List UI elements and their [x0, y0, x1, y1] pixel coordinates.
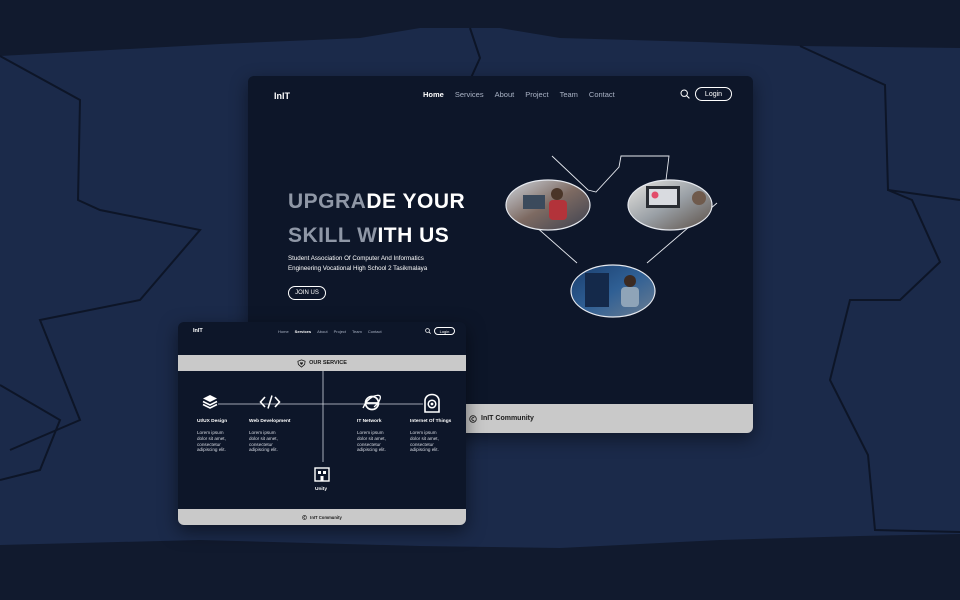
main-nav: Home Services About Project Team Contact [423, 90, 615, 99]
small-footer: InIT Community [178, 509, 466, 525]
small-copyright-icon [302, 514, 308, 520]
layers-icon [202, 395, 218, 409]
nav-item-project[interactable]: Project [525, 90, 548, 99]
services-window: InIT Home Services About Project Team Co… [178, 322, 466, 525]
hero-title-line-1: UPGRADE YOUR [288, 190, 466, 213]
service-title: IT Network [357, 419, 382, 424]
service-description: Lorem ipsum dolor sit amet, consectetur … [249, 430, 278, 453]
photo-server-technician [570, 264, 656, 318]
photo-monitor-desk [627, 179, 713, 231]
hero-title-line-2: SKILL WITH US [288, 224, 450, 247]
mockup-stage: InIT Home Services About Project Team Co… [0, 0, 960, 600]
nav-item-team[interactable]: Team [560, 90, 578, 99]
nav-item-services[interactable]: Services [455, 90, 484, 99]
footer-text: InIT Community [481, 415, 534, 422]
internet-explorer-icon [362, 394, 381, 411]
search-icon[interactable] [680, 89, 690, 99]
service-description: Lorem ipsum dolor sit amet, consectetur … [410, 430, 439, 453]
logo[interactable]: InIT [274, 91, 290, 101]
service-title: Web Development [249, 419, 291, 424]
photo-people-laptop [505, 179, 591, 231]
hero-photo-collage [505, 155, 718, 318]
service-title: Unity [315, 487, 327, 492]
copyright-icon [469, 414, 477, 423]
hero-subtitle: Student Association Of Computer And Info… [288, 255, 428, 272]
small-footer-text: InIT Community [310, 514, 342, 520]
join-us-button[interactable]: JOIN US [288, 286, 326, 300]
service-description: Lorem ipsum dolor sit amet, consectetur … [357, 430, 386, 453]
nav-item-contact[interactable]: Contact [589, 90, 615, 99]
service-description: Lorem ipsum dolor sit amet, consectetur … [197, 430, 226, 453]
nav-item-about[interactable]: About [495, 90, 515, 99]
nav-item-home[interactable]: Home [423, 90, 444, 99]
login-button[interactable]: Login [695, 87, 732, 101]
camera-iot-icon [424, 393, 440, 413]
service-title: UI/UX Design [197, 419, 228, 424]
service-title: Internet Of Things [410, 419, 452, 424]
unity-icon [314, 467, 330, 482]
code-icon [259, 395, 281, 409]
